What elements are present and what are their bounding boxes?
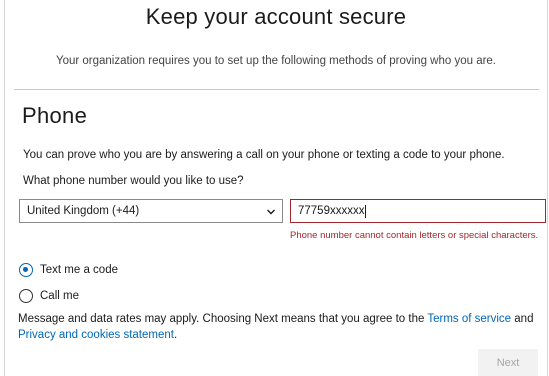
- country-code-select[interactable]: United Kingdom (+44): [19, 199, 283, 223]
- option-call-me[interactable]: Call me: [19, 288, 259, 304]
- phone-number-input[interactable]: 77759xxxxxx: [290, 199, 546, 223]
- option-text-me-a-code[interactable]: Text me a code: [19, 262, 259, 278]
- section-description: You can prove who you are by answering a…: [23, 149, 505, 161]
- disclaimer-text: Message and data rates may apply. Choosi…: [18, 313, 428, 325]
- phone-question: What phone number would you like to use?: [23, 175, 244, 187]
- option-label: Text me a code: [40, 264, 118, 276]
- terms-of-service-link[interactable]: Terms of service: [427, 313, 511, 325]
- disclaimer-text-between: and: [511, 313, 534, 325]
- chevron-down-icon: [267, 209, 275, 215]
- next-button[interactable]: Next: [478, 349, 538, 376]
- header-divider: [14, 89, 539, 90]
- phone-error-message: Phone number cannot contain letters or s…: [290, 230, 539, 241]
- page-subtitle: Your organization requires you to set up…: [55, 55, 497, 67]
- country-code-value: United Kingdom (+44): [27, 205, 140, 217]
- radio-unselected-icon[interactable]: [19, 289, 33, 303]
- rates-disclaimer: Message and data rates may apply. Choosi…: [18, 311, 538, 343]
- section-title: Phone: [22, 103, 88, 128]
- page-title: Keep your account secure: [145, 4, 407, 29]
- radio-selected-icon[interactable]: [19, 263, 33, 277]
- phone-number-value: 77759xxxxxx: [298, 205, 365, 217]
- text-caret: [365, 204, 367, 218]
- privacy-statement-link[interactable]: Privacy and cookies statement: [18, 329, 174, 341]
- option-label: Call me: [40, 290, 79, 302]
- disclaimer-text-end: .: [173, 329, 178, 341]
